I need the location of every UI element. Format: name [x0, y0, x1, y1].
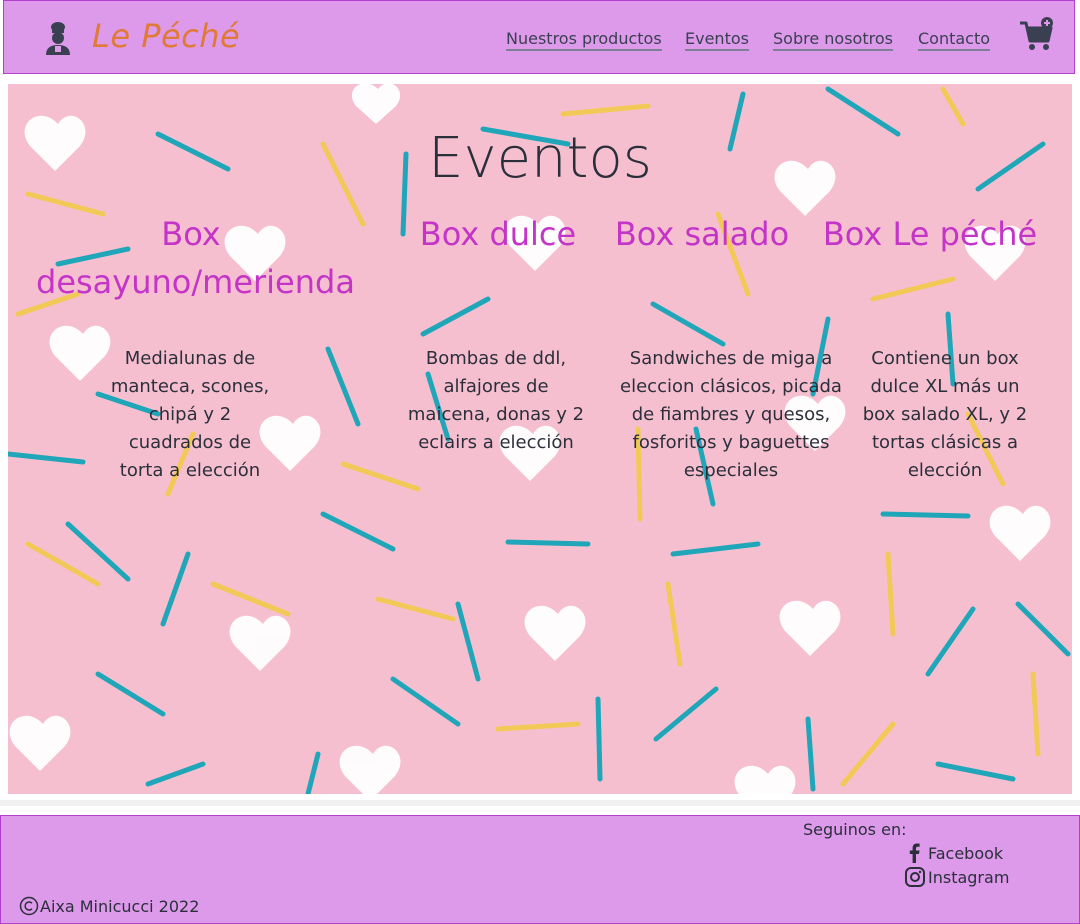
nav-eventos[interactable]: Eventos: [685, 29, 749, 51]
facebook-link[interactable]: Facebook: [904, 842, 1003, 864]
facebook-icon: [909, 843, 920, 863]
nav-nuestros-productos[interactable]: Nuestros productos: [506, 29, 662, 51]
facebook-label: Facebook: [928, 843, 1004, 863]
site-header: Le Péché Nuestros productos Eventos Sobr…: [3, 0, 1075, 74]
site-footer: Seguinos en: Facebook Instagram Aixa Min…: [0, 815, 1080, 924]
copyright-text: Aixa Minicucci 2022: [40, 896, 200, 916]
cart-plus-icon[interactable]: [1019, 17, 1055, 53]
chef-icon: [46, 22, 70, 55]
box-title-desayuno: Box desayuno/merienda: [36, 215, 355, 301]
instagram-icon: [905, 867, 925, 887]
box-description-dulce: Bombas de ddl, alfajores de maicena, don…: [407, 348, 585, 453]
events-hero: Eventos Box desayuno/merienda Box dulce …: [8, 84, 1072, 794]
copyright: Aixa Minicucci 2022: [19, 896, 199, 916]
box-title-le-peche: Box Le péché: [822, 215, 1038, 253]
box-title-salado: Box salado: [614, 215, 790, 253]
box-title-dulce: Box dulce: [419, 215, 577, 253]
instagram-link[interactable]: Instagram: [904, 866, 1009, 888]
nav-sobre-nosotros[interactable]: Sobre nosotros: [773, 29, 893, 51]
nav-contacto[interactable]: Contacto: [918, 29, 991, 51]
instagram-label: Instagram: [928, 867, 1010, 887]
box-description-le-peche: Contiene un box dulce XL más un box sala…: [862, 348, 1028, 481]
copyright-icon: [19, 896, 39, 916]
page-title: Eventos: [428, 126, 652, 191]
brand-name[interactable]: Le Péché: [92, 17, 240, 55]
box-description-desayuno: Medialunas de manteca, scones, chipá y 2…: [110, 348, 270, 481]
follow-label: Seguinos en:: [803, 820, 907, 839]
divider: [0, 800, 1080, 806]
box-description-salado: Sandwiches de miga a eleccion clásicos, …: [620, 348, 842, 481]
